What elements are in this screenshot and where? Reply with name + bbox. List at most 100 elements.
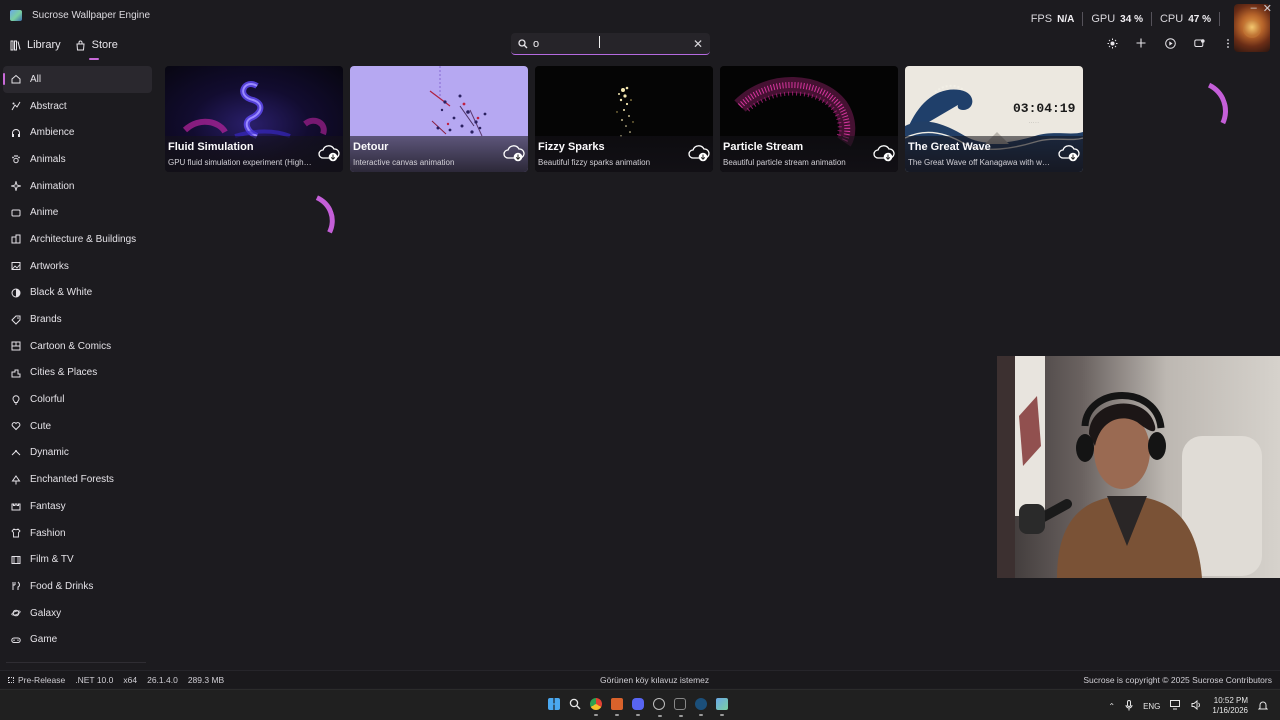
channel-info: Pre-Release: [8, 675, 65, 685]
sidebar-item-film-tv[interactable]: Film & TV: [0, 546, 154, 573]
sidebar-item-label: Colorful: [30, 394, 65, 406]
fps-stat: FPS N/A: [1023, 13, 1083, 25]
sidebar-item-colorful[interactable]: Colorful: [0, 386, 154, 413]
cloud-download-icon[interactable]: [318, 143, 340, 163]
tab-library[interactable]: Library: [10, 36, 61, 54]
tab-library-label: Library: [27, 39, 61, 51]
theme-icon[interactable]: [1106, 37, 1118, 49]
play-icon[interactable]: [1164, 37, 1176, 49]
sidebar-item-cute[interactable]: Cute: [0, 413, 154, 440]
sidebar-item-ambience[interactable]: Ambience: [0, 119, 154, 146]
wallpaper-card-fizzy-sparks[interactable]: Fizzy Sparks Beautiful fizzy sparks anim…: [535, 66, 713, 172]
search-box: ✕: [511, 33, 710, 55]
sidebar-item-anime[interactable]: Anime: [0, 199, 154, 226]
sidebar-item-enchanted-forests[interactable]: Enchanted Forests: [0, 466, 154, 493]
sidebar-item-label: Fantasy: [30, 500, 66, 512]
search-input[interactable]: [533, 36, 683, 52]
sidebar-item-food-drinks[interactable]: Food & Drinks: [0, 573, 154, 600]
chrome-icon[interactable]: [590, 698, 602, 716]
sidebar-divider: [6, 662, 146, 663]
copyright-text: Sucrose is copyright © 2025 Sucrose Cont…: [1083, 675, 1272, 685]
svg-text:· · · · ·: · · · · ·: [1029, 121, 1039, 125]
app-version: 26.1.4.0: [147, 675, 178, 685]
city-icon: [11, 368, 21, 378]
cloud-download-icon[interactable]: [1058, 143, 1080, 163]
wallpaper-card-fluid-simulation[interactable]: Fluid Simulation GPU fluid simulation ex…: [165, 66, 343, 172]
card-info: Fizzy Sparks Beautiful fizzy sparks anim…: [535, 136, 713, 172]
cloud-download-icon[interactable]: [688, 143, 710, 163]
sidebar-item-brands[interactable]: Brands: [0, 306, 154, 333]
discord-icon[interactable]: [632, 698, 644, 716]
food-icon: [11, 581, 21, 591]
minimize-icon[interactable]: –: [1251, 2, 1257, 15]
home-icon: [11, 74, 21, 84]
sidebar-item-label: Fashion: [30, 527, 66, 539]
gamepad-icon: [11, 635, 21, 645]
sidebar-item-label: Food & Drinks: [30, 580, 94, 592]
sucrose-taskbar-icon[interactable]: [716, 698, 728, 716]
chevron-up-icon[interactable]: ⌃: [1108, 702, 1115, 711]
tab-store[interactable]: Store: [75, 36, 118, 60]
film-icon: [11, 555, 21, 565]
memory-usage: 289.3 MB: [187, 675, 225, 685]
display-icon[interactable]: [1193, 37, 1205, 49]
search-icon[interactable]: [569, 698, 581, 710]
cloud-download-icon[interactable]: [503, 143, 525, 163]
sidebar-item-cartoon-comics[interactable]: Cartoon & Comics: [0, 333, 154, 360]
cloud-download-icon[interactable]: [873, 143, 895, 163]
card-title: Fluid Simulation: [168, 141, 254, 153]
sidebar-item-fantasy[interactable]: Fantasy: [0, 493, 154, 520]
status-bar: Pre-Release .NET 10.0 x64 26.1.4.0 289.3…: [0, 670, 1280, 688]
sidebar-item-label: Cute: [30, 420, 52, 432]
notification-icon[interactable]: [1257, 700, 1269, 713]
sidebar-item-label: Animation: [30, 180, 75, 192]
sidebar-item-label: Galaxy: [30, 607, 62, 619]
network-icon[interactable]: [1170, 700, 1181, 712]
store-icon: [75, 40, 86, 51]
taskbar-clock[interactable]: 10:52 PM 1/16/2026: [1212, 696, 1248, 716]
sidebar-item-animals[interactable]: Animals: [0, 146, 154, 173]
sidebar-item-game[interactable]: Game: [0, 626, 154, 653]
runtime-version: .NET 10.0: [75, 675, 114, 685]
sidebar-item-abstract[interactable]: Abstract: [0, 93, 154, 120]
cpu-label: CPU: [1159, 13, 1184, 25]
microphone-icon[interactable]: [1125, 699, 1133, 713]
title-bar: Sucrose Wallpaper Engine FPS N/A GPU 34 …: [0, 0, 1280, 52]
sidebar-item-label: Dynamic: [30, 447, 69, 459]
sidebar-item-animation[interactable]: Animation: [0, 173, 154, 200]
sidebar-item-galaxy[interactable]: Galaxy: [0, 600, 154, 627]
header-toolbar: [1106, 37, 1234, 49]
sidebar-item-dynamic[interactable]: Dynamic: [0, 440, 154, 467]
steam-icon[interactable]: [695, 698, 707, 716]
sidebar-item-black-white[interactable]: Black & White: [0, 280, 154, 307]
fps-value: N/A: [1057, 14, 1075, 25]
wallpaper-card-detour[interactable]: Detour Interactive canvas animation: [350, 66, 528, 172]
wallpaper-card-particle-stream[interactable]: Particle Stream Beautiful particle strea…: [720, 66, 898, 172]
sidebar-item-artworks[interactable]: Artworks: [0, 253, 154, 280]
card-title: Particle Stream: [723, 141, 804, 153]
sidebar-item-architecture-buildings[interactable]: Architecture & Buildings: [0, 226, 154, 253]
close-icon[interactable]: ✕: [1263, 2, 1272, 15]
obs-icon[interactable]: [653, 698, 665, 717]
webcam-overlay: [997, 356, 1280, 578]
performance-stats: FPS N/A GPU 34 % CPU 47 %: [1023, 12, 1220, 26]
sidebar-item-label: Abstract: [30, 100, 67, 112]
gpu-value: 34 %: [1120, 14, 1143, 25]
volume-icon[interactable]: [1191, 699, 1202, 712]
start-icon[interactable]: [548, 698, 560, 710]
controller-app-icon[interactable]: [674, 698, 686, 717]
grid-icon: [8, 677, 14, 683]
castle-icon: [11, 501, 21, 511]
tab-store-label: Store: [91, 39, 118, 51]
add-icon[interactable]: [1135, 37, 1147, 49]
card-description: Beautiful particle stream animation: [723, 158, 846, 167]
sidebar-item-fashion[interactable]: Fashion: [0, 520, 154, 547]
sidebar-item-cities-places[interactable]: Cities & Places: [0, 360, 154, 387]
language-indicator[interactable]: ENG: [1143, 702, 1160, 711]
wallpaper-card-the-great-wave[interactable]: 03:04:19 · · · · · The Great Wave The Gr…: [905, 66, 1083, 172]
office-app-icon[interactable]: [611, 698, 623, 716]
sidebar-item-all[interactable]: All: [3, 66, 152, 93]
shirt-icon: [11, 528, 21, 538]
more-icon[interactable]: [1222, 37, 1234, 49]
clear-search-icon[interactable]: ✕: [693, 37, 703, 51]
